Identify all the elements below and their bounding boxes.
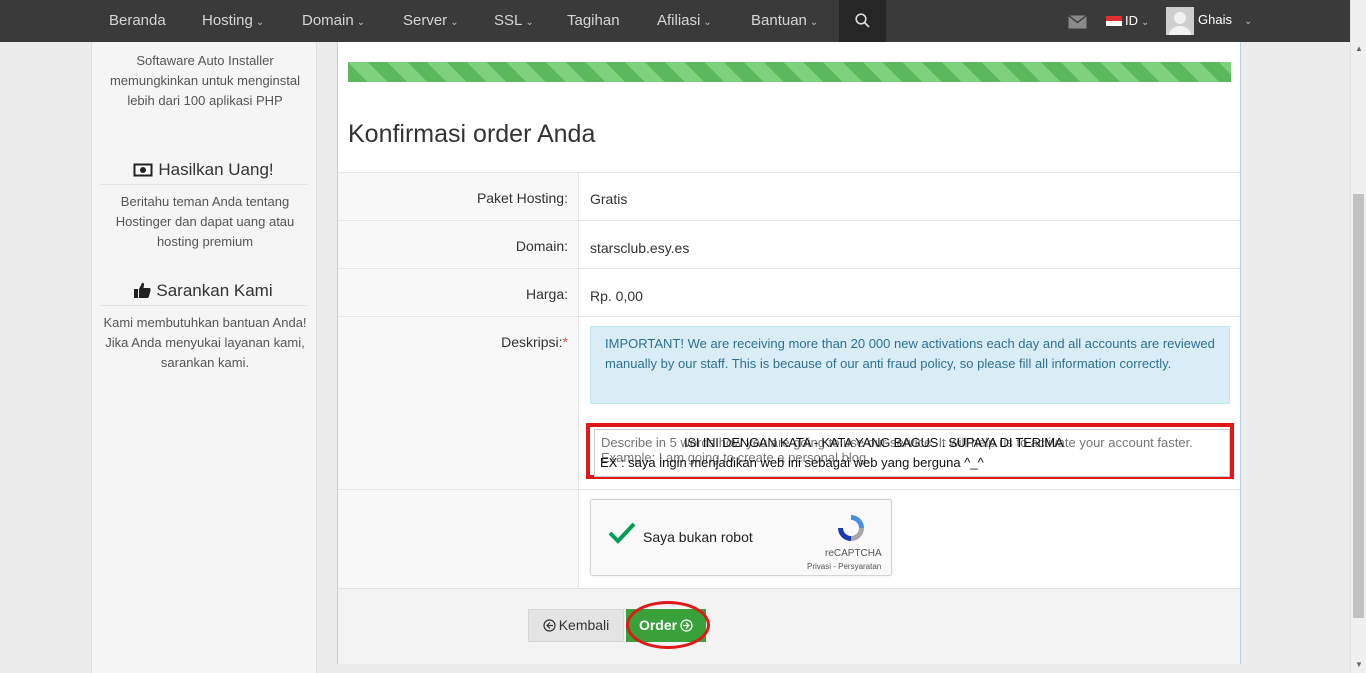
captcha-label: Saya bukan robot: [643, 529, 753, 545]
annotation-text-line1: ISI INI DENGAN KATA - KATA YANG BAGUS . …: [684, 435, 1064, 450]
recaptcha-logo-icon: [838, 515, 864, 541]
user-menu[interactable]: Ghais ⌄: [1198, 0, 1252, 42]
suggest-text: Kami membutuhkan bantuan Anda! Jika Anda…: [103, 315, 307, 370]
form-actions: Kembali Order: [338, 588, 1240, 664]
avatar[interactable]: [1166, 7, 1194, 35]
scroll-up-icon[interactable]: ▲: [1355, 44, 1363, 53]
language-selector[interactable]: ID ⌄: [1106, 0, 1149, 42]
search-button[interactable]: [839, 0, 886, 42]
recaptcha-brand: reCAPTCHA: [825, 548, 882, 559]
nav-bantuan[interactable]: Bantuan ⌄: [751, 0, 818, 42]
page-title: Konfirmasi order Anda: [348, 120, 596, 148]
important-notice: IMPORTANT! We are receiving more than 20…: [590, 326, 1230, 404]
earn-money-text: Beritahu teman Anda tentang Hostinger da…: [115, 194, 295, 249]
required-mark: *: [562, 334, 568, 350]
row-hosting-package: Paket Hosting: Gratis: [338, 172, 1240, 220]
nav-tagihan[interactable]: Tagihan: [567, 0, 620, 42]
scroll-thumb[interactable]: [1353, 194, 1364, 618]
top-navbar: Beranda Hosting ⌄ Domain ⌄ Server ⌄ SSL ⌄ Ta…: [0, 0, 1350, 42]
indonesia-flag-icon: [1106, 16, 1122, 26]
back-button[interactable]: Kembali: [528, 609, 624, 642]
price-value: Rp. 0,00: [590, 288, 643, 304]
domain-label: Domain:: [515, 238, 568, 254]
money-icon: [133, 163, 153, 177]
chevron-down-icon: ⌄: [809, 17, 819, 28]
progress-bar: [348, 62, 1231, 82]
nav-beranda[interactable]: Beranda: [109, 0, 166, 42]
order-panel: Konfirmasi order Anda Paket Hosting: Gra…: [337, 42, 1241, 664]
price-label: Harga:: [525, 286, 568, 302]
recaptcha-widget[interactable]: Saya bukan robot reCAPTCHA Privasi - Per…: [590, 499, 892, 576]
nav-server[interactable]: Server ⌄: [403, 0, 459, 42]
arrow-left-circle-icon: [543, 619, 556, 632]
annotation-highlight-box: ISI INI DENGAN KATA - KATA YANG BAGUS . …: [586, 423, 1234, 479]
sidebar: Softaware Auto Installer memungkinkan un…: [91, 42, 317, 673]
chevron-down-icon: ⌄: [356, 17, 366, 28]
mail-icon[interactable]: [1068, 15, 1087, 29]
recaptcha-terms-link[interactable]: Privasi - Persyaratan: [807, 562, 881, 571]
chevron-down-icon: ⌄: [450, 17, 459, 28]
installer-description: Softaware Auto Installer memungkinkan un…: [109, 53, 301, 108]
nav-hosting[interactable]: Hosting ⌄: [202, 0, 264, 42]
earn-money-heading: Hasilkan Uang!: [100, 160, 307, 185]
search-icon: [855, 13, 870, 28]
chevron-down-icon: ⌄: [1141, 17, 1150, 28]
domain-value: starsclub.esy.es: [590, 240, 690, 256]
hosting-package-value: Gratis: [590, 191, 628, 207]
nav-domain[interactable]: Domain ⌄: [302, 0, 365, 42]
row-price: Harga: Rp. 0,00: [338, 268, 1240, 316]
chevron-down-icon: ⌄: [255, 17, 265, 28]
row-domain: Domain: starsclub.esy.es: [338, 220, 1240, 268]
annotation-text-line2: EX : saya ingin menjadikan web ini sebag…: [600, 455, 984, 470]
nav-ssl[interactable]: SSL ⌄: [494, 0, 534, 42]
thumbs-up-icon: [134, 282, 151, 298]
scroll-down-icon[interactable]: ▼: [1355, 660, 1363, 669]
hosting-package-label: Paket Hosting:: [476, 190, 568, 206]
chevron-down-icon: ⌄: [1243, 16, 1253, 27]
description-label: Deskripsi:*: [501, 334, 568, 350]
page-scrollbar[interactable]: ▲ ▼: [1350, 0, 1366, 673]
chevron-down-icon: ⌄: [525, 17, 534, 28]
checkmark-icon[interactable]: [607, 521, 637, 545]
nav-afiliasi[interactable]: Afiliasi ⌄: [657, 0, 712, 42]
annotation-circle: [626, 601, 710, 649]
suggest-heading: Sarankan Kami: [100, 281, 307, 306]
user-icon: [1169, 12, 1191, 35]
chevron-down-icon: ⌄: [703, 17, 712, 28]
